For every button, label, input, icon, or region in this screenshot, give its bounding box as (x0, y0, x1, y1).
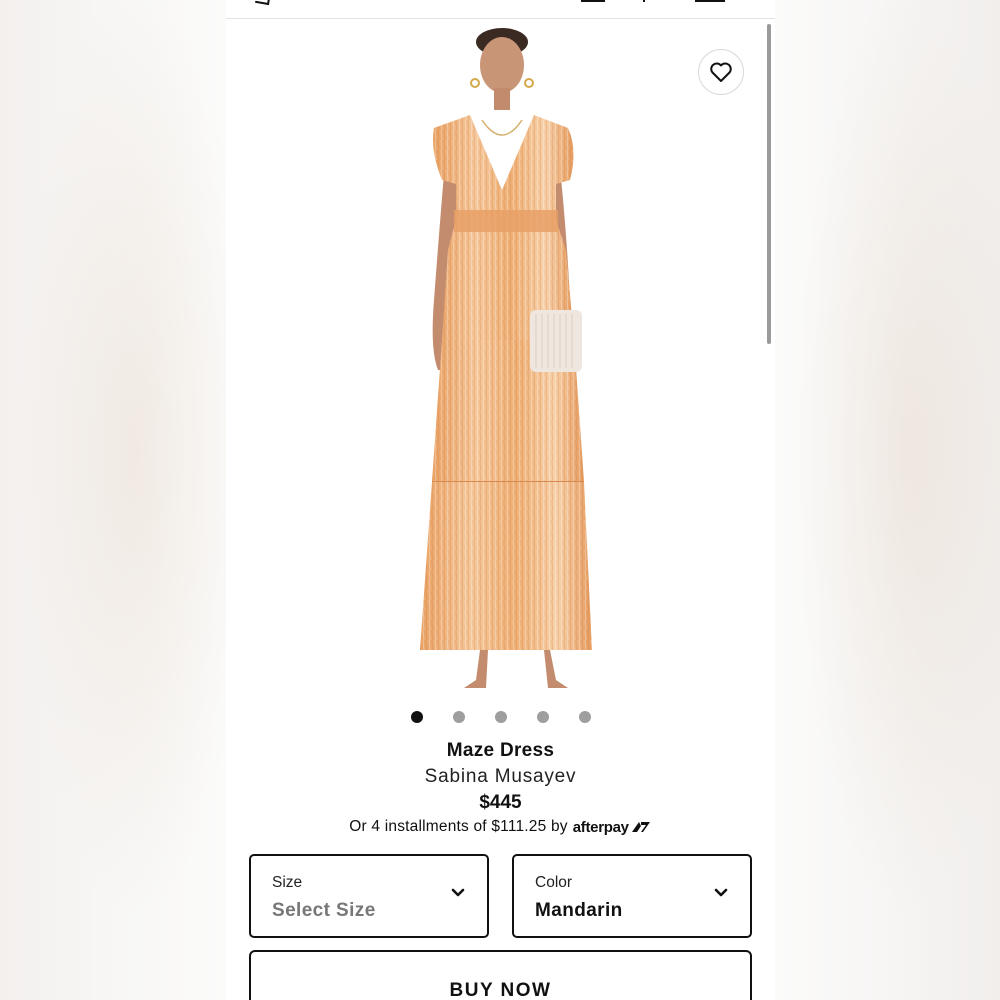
wishlist-button[interactable] (698, 49, 744, 95)
buy-now-label: BUY NOW (449, 980, 552, 1000)
product-brand[interactable]: Sabina Musayev (226, 766, 775, 788)
top-navigation-bar (226, 0, 775, 19)
search-icon[interactable] (255, 0, 271, 6)
scrollbar[interactable] (767, 24, 771, 344)
color-value: Mandarin (535, 900, 623, 921)
buy-now-button[interactable]: BUY NOW (249, 950, 752, 1000)
afterpay-logo: afterpay (573, 819, 652, 836)
size-label: Size (272, 874, 303, 891)
pagination-dot[interactable] (578, 711, 591, 723)
heart-icon (710, 62, 732, 82)
color-label: Color (535, 874, 573, 891)
pagination-dot[interactable] (452, 711, 465, 723)
size-select[interactable]: Size Select Size (249, 854, 489, 938)
image-pagination (226, 711, 775, 725)
background-blur-right (775, 0, 1000, 1000)
size-value: Select Size (272, 900, 376, 921)
color-select[interactable]: Color Mandarin (512, 854, 752, 938)
afterpay-installments[interactable]: Or 4 installments of $111.25 by afterpay (226, 818, 775, 836)
chevron-down-icon (714, 888, 728, 897)
afterpay-badge-icon (631, 822, 650, 832)
installments-text: Or 4 installments of $111.25 by (349, 818, 568, 835)
product-title: Maze Dress (446, 740, 555, 761)
pagination-dot[interactable] (494, 711, 507, 723)
wishlist-nav-icon[interactable] (639, 0, 645, 2)
pagination-dot[interactable] (410, 711, 423, 723)
product-image[interactable] (386, 20, 616, 700)
pagination-dot[interactable] (536, 711, 549, 723)
product-price: $445 (479, 792, 522, 813)
background-blur-left (0, 0, 226, 1000)
product-page: Maze Dress Sabina Musayev $445 Or 4 inst… (226, 0, 775, 1000)
chevron-down-icon (451, 888, 465, 897)
bag-icon[interactable] (695, 0, 725, 2)
afterpay-wordmark: afterpay (572, 818, 629, 836)
account-icon[interactable] (581, 0, 605, 2)
